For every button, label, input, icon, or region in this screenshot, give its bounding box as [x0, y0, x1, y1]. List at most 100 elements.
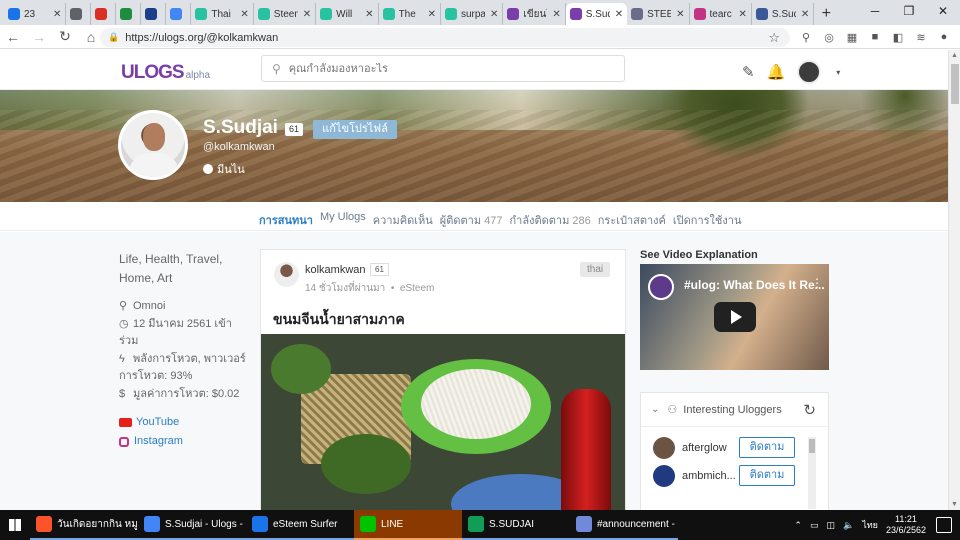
- chrome-ext-icon[interactable]: ◎: [819, 28, 839, 46]
- volume-icon[interactable]: 🔈: [843, 520, 854, 531]
- input-language[interactable]: ไทย: [862, 518, 878, 532]
- search-input[interactable]: [288, 62, 589, 75]
- battery-icon[interactable]: ▭: [810, 520, 819, 531]
- browser-tab[interactable]: Steem ✕: [254, 3, 317, 25]
- page-scrollbar[interactable]: ▲ ▼: [948, 50, 960, 510]
- profile-badge-text: มีนไน: [217, 164, 245, 176]
- dollar-icon: $: [119, 388, 126, 400]
- taskbar-app[interactable]: S.Sudjai - Ulogs - G...: [138, 510, 246, 540]
- close-tab-icon[interactable]: ✕: [615, 9, 623, 20]
- reload-icon[interactable]: ↻: [52, 28, 78, 45]
- ulogs-logo[interactable]: ULOGS alpha: [121, 62, 210, 84]
- browser-tab[interactable]: [66, 3, 92, 25]
- taskbar-app[interactable]: LINE: [354, 510, 462, 540]
- browser-tab[interactable]: S.Sud ✕: [565, 3, 628, 25]
- camera-ext-icon[interactable]: ■: [865, 28, 885, 46]
- close-tab-icon[interactable]: ✕: [240, 9, 248, 20]
- qr-icon[interactable]: ▦: [842, 28, 862, 46]
- close-tab-icon[interactable]: ✕: [365, 9, 373, 20]
- ulogger-avatar[interactable]: [653, 437, 675, 459]
- taskbar-app[interactable]: วันเกิดอยากกิน หมูกระท...: [30, 510, 138, 540]
- close-tab-icon[interactable]: ✕: [676, 9, 684, 20]
- play-icon: [731, 310, 742, 324]
- bookmark-star-icon[interactable]: ☆: [768, 30, 780, 46]
- browser-tab[interactable]: [91, 3, 117, 25]
- back-icon[interactable]: ←: [0, 29, 26, 45]
- close-tab-icon[interactable]: ✕: [739, 9, 747, 20]
- tab-strip: 23✕Thai✕Steem✕Will✕The✕surpa✕เขียนโ✕S.Su…: [4, 3, 815, 25]
- close-tab-icon[interactable]: ✕: [552, 9, 560, 20]
- clock[interactable]: 11:21 23/6/2562: [886, 514, 926, 536]
- close-tab-icon[interactable]: ✕: [303, 9, 311, 20]
- author-avatar[interactable]: [274, 262, 299, 287]
- location-text: Omnoi: [133, 300, 166, 312]
- browser-tab[interactable]: tearc ✕: [690, 3, 752, 25]
- minimize-button[interactable]: ─: [858, 0, 892, 25]
- scroll-thumb[interactable]: [809, 439, 815, 453]
- scroll-up-icon[interactable]: ▲: [951, 52, 958, 59]
- youtube-label: YouTube: [136, 416, 180, 428]
- close-tab-icon[interactable]: ✕: [801, 9, 809, 20]
- location-pin-icon[interactable]: ⚲: [796, 28, 816, 46]
- start-button[interactable]: [0, 510, 30, 540]
- play-button[interactable]: [714, 302, 756, 332]
- browser-tab[interactable]: [116, 3, 142, 25]
- edit-profile-button[interactable]: แก้ไขโปรไฟล์: [313, 120, 397, 139]
- browser-tab[interactable]: STEE ✕: [627, 3, 690, 25]
- notification-center-icon[interactable]: [936, 517, 952, 533]
- uloggers-scrollbar[interactable]: [808, 437, 816, 509]
- browser-tab[interactable]: The ✕: [379, 3, 441, 25]
- browser-tab[interactable]: surpa ✕: [441, 3, 504, 25]
- tray-chevron-icon[interactable]: ⌃: [794, 520, 802, 531]
- puzzle-ext-icon[interactable]: ◧: [888, 28, 908, 46]
- user-avatar[interactable]: [797, 60, 822, 84]
- chevron-down-icon[interactable]: ▾: [836, 68, 840, 77]
- close-tab-icon[interactable]: ✕: [490, 9, 498, 20]
- video-embed[interactable]: #ulog: What Does It Re... ⋮: [640, 264, 829, 370]
- follow-button[interactable]: ติดตาม: [739, 465, 795, 486]
- browser-tab[interactable]: [166, 3, 192, 25]
- follow-button[interactable]: ติดตาม: [739, 437, 795, 458]
- taskbar-app[interactable]: S.SUDJAI: [462, 510, 570, 540]
- restore-button[interactable]: ❐: [892, 0, 926, 25]
- browser-tab[interactable]: เขียนโ ✕: [503, 3, 566, 25]
- write-post-icon[interactable]: ✎: [742, 63, 755, 81]
- post-image[interactable]: [261, 334, 625, 515]
- browser-tab[interactable]: Thai ✕: [191, 3, 254, 25]
- right-sidebar: See Video Explanation #ulog: What Does I…: [640, 249, 829, 512]
- more-icon[interactable]: ⋮: [811, 276, 823, 290]
- post-title[interactable]: ขนมจีนน้ำยาสามภาค: [273, 309, 405, 331]
- close-tab-icon[interactable]: ✕: [428, 9, 436, 20]
- ulogger-avatar[interactable]: [653, 465, 675, 487]
- browser-tab[interactable]: 23 ✕: [4, 3, 67, 25]
- close-tab-icon[interactable]: ✕: [53, 9, 61, 20]
- taskbar-app[interactable]: eSteem Surfer: [246, 510, 354, 540]
- post-author[interactable]: kolkamkwan: [305, 264, 366, 276]
- scroll-down-icon[interactable]: ▼: [951, 501, 958, 508]
- network-icon[interactable]: ◫: [826, 520, 835, 531]
- browser-tab[interactable]: S.Sud ✕: [752, 3, 815, 25]
- url-text: https://ulogs.org/@kolkamkwan: [125, 31, 279, 44]
- taskbar-app[interactable]: #announcement - ...: [570, 510, 678, 540]
- post-card[interactable]: kolkamkwan 61 14 ชั่วโมงที่ผ่านมา • eSte…: [260, 249, 626, 515]
- url-field[interactable]: 🔒 https://ulogs.org/@kolkamkwan ☆: [100, 28, 790, 47]
- ulogger-name[interactable]: afterglow: [682, 442, 740, 454]
- profile-avatar-icon[interactable]: ●: [934, 28, 954, 46]
- search-box[interactable]: ⚲: [261, 55, 625, 82]
- browser-tab[interactable]: [141, 3, 167, 25]
- youtube-link[interactable]: YouTube: [119, 413, 249, 432]
- chevron-down-icon[interactable]: ⌄: [651, 404, 659, 415]
- notification-bell-icon[interactable]: 🔔: [767, 63, 786, 81]
- post-tag[interactable]: thai: [580, 262, 611, 277]
- new-tab-button[interactable]: +: [814, 3, 838, 25]
- instagram-link[interactable]: Instagram: [119, 432, 249, 451]
- page-scroll-thumb[interactable]: [951, 64, 959, 104]
- ulogger-row: afterglow ติดตาม: [641, 435, 828, 461]
- steem-ext-icon[interactable]: ≋: [911, 28, 931, 46]
- forward-icon[interactable]: →: [26, 29, 52, 45]
- browser-tab[interactable]: Will ✕: [316, 3, 379, 25]
- refresh-icon[interactable]: ↻: [803, 401, 816, 419]
- ulogger-name[interactable]: ambmich...: [682, 470, 740, 482]
- extensions: ⚲ ◎ ▦ ■ ◧ ≋ ● ⋮: [796, 28, 960, 46]
- close-window-button[interactable]: ✕: [926, 0, 960, 25]
